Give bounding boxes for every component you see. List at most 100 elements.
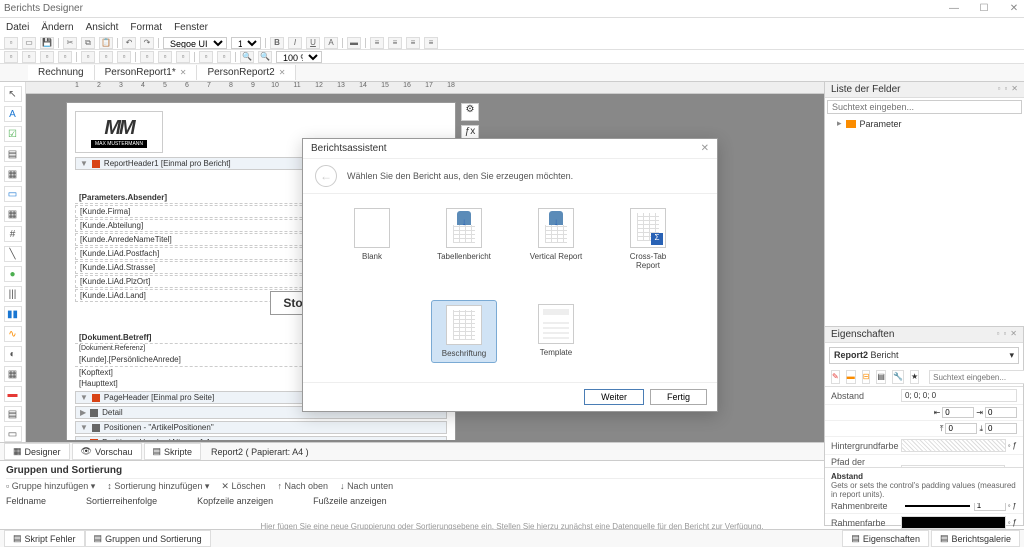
new-icon[interactable]: ▫ [4,37,18,49]
align-tool-icon[interactable]: ▫ [4,51,18,63]
order-tool-icon[interactable]: ▫ [199,51,213,63]
size-tool-icon[interactable]: ▫ [81,51,95,63]
pdf-icon[interactable]: ▬ [4,386,22,402]
italic-icon[interactable]: I [288,37,302,49]
zoom-out-icon[interactable]: 🔍 [240,51,254,63]
align-tool-icon[interactable]: ▫ [58,51,72,63]
close-button[interactable]: ✕ [1008,3,1020,14]
minimize-button[interactable]: — [948,3,960,14]
size-tool-icon[interactable]: ▫ [99,51,113,63]
footer-eigenschaften[interactable]: ▤Eigenschaften [842,530,929,547]
prop-category-icon[interactable]: ▤ [876,370,886,384]
size-tool-icon[interactable]: ▫ [117,51,131,63]
richtext-icon[interactable]: ▤ [4,146,22,162]
footer-gruppen[interactable]: ▤Gruppen und Sortierung [85,530,211,547]
pointer-icon[interactable]: ↖ [4,86,22,102]
line-icon[interactable]: ╲ [4,246,22,262]
barcode-icon[interactable]: ||| [4,286,22,302]
pageinfo-icon[interactable]: ▭ [4,426,22,442]
delete-button[interactable]: ✕ Löschen [221,481,265,492]
template-blank[interactable]: Blank [339,204,405,274]
align-center-icon[interactable]: ≡ [388,37,402,49]
undock-icon[interactable]: ▫ [1004,84,1007,95]
prop-padding-bottom[interactable] [985,423,1017,434]
order-tool-icon[interactable]: ▫ [217,51,231,63]
prop-abstand-value[interactable]: 0; 0; 0; 0 [901,389,1017,402]
back-button[interactable]: ← [315,165,337,187]
open-icon[interactable]: ▭ [22,37,36,49]
copy-icon[interactable]: ⧉ [81,37,95,49]
align-right-icon[interactable]: ≡ [406,37,420,49]
font-size-select[interactable]: 10 [231,37,261,49]
template-tabellenbericht[interactable]: ↓ Tabellenbericht [431,204,497,274]
tab-personreport1[interactable]: PersonReport1*✕ [95,65,198,80]
checkbox-icon[interactable]: ☑ [4,126,22,142]
maximize-button[interactable]: ☐ [978,3,990,14]
prop-category-icon[interactable]: ▬ [846,370,856,384]
weiter-button[interactable]: Weiter [584,389,644,405]
vorschau-tab[interactable]: 👁Vorschau [72,443,142,460]
menu-ansicht[interactable]: Ansicht [86,22,119,33]
fill-color-icon[interactable]: ▬ [347,37,361,49]
save-icon[interactable]: 💾 [40,37,54,49]
menu-format[interactable]: Format [130,22,162,33]
tree-parameter[interactable]: ▸ Parameter [825,116,1024,131]
font-family-select[interactable]: Segoe UI [163,37,227,49]
prop-category-icon[interactable]: ✎ [831,370,840,384]
properties-search-input[interactable] [929,370,1024,384]
menu-datei[interactable]: Datei [6,22,29,33]
tab-rechnung[interactable]: Rechnung [28,65,95,80]
align-tool-icon[interactable]: ▫ [22,51,36,63]
close-panel-icon[interactable]: ✕ [1010,329,1017,340]
spacing-tool-icon[interactable]: ▫ [140,51,154,63]
align-left-icon[interactable]: ≡ [370,37,384,49]
redo-icon[interactable]: ↷ [140,37,154,49]
prop-category-icon[interactable]: 🔧 [892,370,904,384]
zipcode-icon[interactable]: ▦ [4,366,22,382]
picture-icon[interactable]: ▦ [4,166,22,182]
zoom-select[interactable]: 100 % [276,51,322,63]
underline-icon[interactable]: U [306,37,320,49]
field-search-input[interactable] [827,100,1022,114]
modal-close-icon[interactable]: ✕ [701,143,709,154]
move-down-button[interactable]: ↓ Nach unten [340,481,393,492]
template-beschriftung[interactable]: Beschriftung [431,300,497,363]
prop-category-icon[interactable]: ⊟ [862,370,871,384]
prop-padding-left[interactable] [942,407,974,418]
pin-icon[interactable]: ▫ [998,84,1001,95]
character-icon[interactable]: # [4,226,22,242]
smart-tag-gear-icon[interactable]: ⚙ [461,103,479,121]
table-icon[interactable]: ▦ [4,206,22,222]
fertig-button[interactable]: Fertig [650,389,707,405]
chart-icon[interactable]: ▮▮ [4,306,22,322]
tab-personreport2[interactable]: PersonReport2✕ [197,65,296,80]
align-justify-icon[interactable]: ≡ [424,37,438,49]
menu-aendern[interactable]: Ändern [41,22,73,33]
template-vertical-report[interactable]: ↓ Vertical Report [523,204,589,274]
spacing-tool-icon[interactable]: ▫ [176,51,190,63]
bold-icon[interactable]: B [270,37,284,49]
close-icon[interactable]: ✕ [180,68,187,77]
skripte-tab[interactable]: ▤Skripte [144,443,202,460]
font-color-icon[interactable]: A [324,37,338,49]
template-crosstab[interactable]: Σ Cross-Tab Report [615,204,681,274]
label-icon[interactable]: A [4,106,22,122]
spacing-tool-icon[interactable]: ▫ [158,51,172,63]
properties-object-select[interactable]: Report2 Bericht ▾ [829,347,1019,364]
add-sort-button[interactable]: ↕ Sortierung hinzufügen ▾ [107,481,209,492]
close-panel-icon[interactable]: ✕ [1011,84,1018,95]
paste-icon[interactable]: 📋 [99,37,113,49]
close-icon[interactable]: ✕ [279,68,286,77]
menu-fenster[interactable]: Fenster [174,22,208,33]
prop-padding-top[interactable] [945,423,977,434]
toc-icon[interactable]: ▤ [4,406,22,422]
band-positionenheader[interactable]: ▶PositionenHeader / Niveau 1.1 [75,436,447,440]
sparkline-icon[interactable]: ∿ [4,326,22,342]
shape-icon[interactable]: ● [4,266,22,282]
zoom-in-icon[interactable]: 🔍 [258,51,272,63]
logo-image[interactable]: MM MAX MUSTERMANN [75,111,163,153]
panel-icon[interactable]: ▭ [4,186,22,202]
move-up-button[interactable]: ↑ Nach oben [277,481,328,492]
cut-icon[interactable]: ✂ [63,37,77,49]
footer-skript-fehler[interactable]: ▤Skript Fehler [4,530,85,547]
